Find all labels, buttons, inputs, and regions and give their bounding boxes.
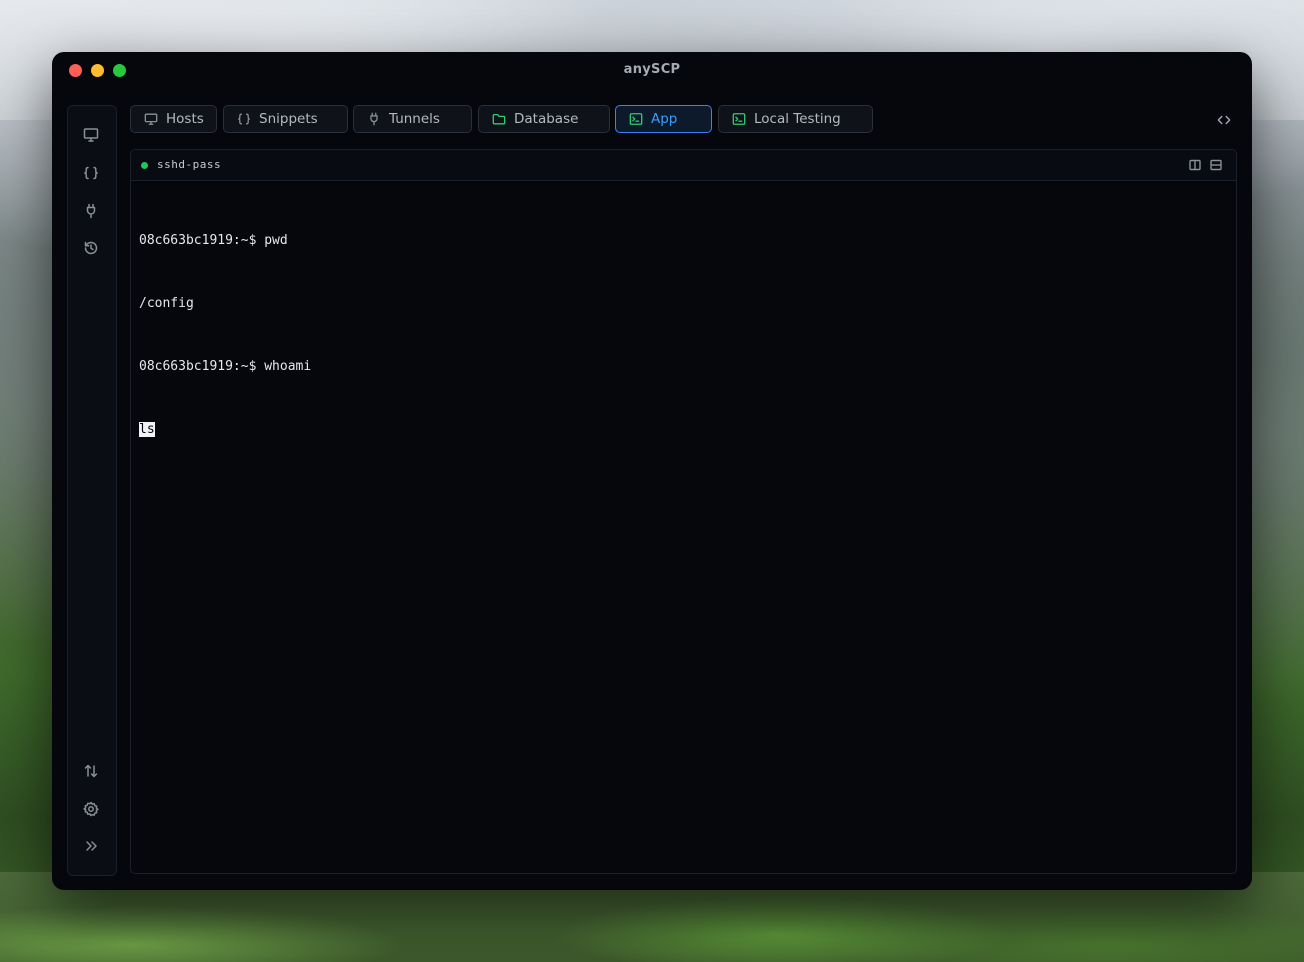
history-icon [84, 241, 98, 255]
tab-label: Hosts [166, 111, 204, 127]
folder-icon [492, 113, 506, 125]
tab-label: App [651, 111, 678, 127]
monitor-icon [144, 113, 158, 125]
code-view-toggle[interactable] [1214, 110, 1234, 130]
split-vertical-button[interactable] [1188, 158, 1202, 172]
braces-icon [84, 166, 98, 180]
tab-label: Snippets [259, 111, 318, 127]
terminal-panel[interactable]: sshd-pass 08c663bc1919:~$ pwd /config 08… [130, 149, 1237, 874]
plug-icon [370, 112, 378, 126]
tab-label: Local Testing [754, 111, 841, 127]
split-vertical-icon [1189, 159, 1201, 171]
app-window: anySCP Hosts Snippets Tunnels Database A… [52, 52, 1252, 890]
terminal-output[interactable]: 08c663bc1919:~$ pwd /config 08c663bc1919… [139, 188, 1228, 482]
terminal-line: 08c663bc1919:~$ whoami [139, 359, 312, 374]
sidebar-item-tunnels[interactable] [81, 201, 101, 221]
monitor-icon [83, 128, 99, 142]
plug-icon [86, 203, 96, 219]
tab-app[interactable]: App [615, 105, 712, 133]
chevrons-right-icon [86, 841, 97, 851]
sidebar-item-transfers[interactable] [81, 761, 101, 781]
title-bar: anySCP [52, 52, 1252, 90]
tab-database[interactable]: Database [478, 105, 610, 133]
split-horizontal-button[interactable] [1209, 158, 1223, 172]
terminal-line: 08c663bc1919:~$ pwd [139, 233, 288, 248]
sidebar [67, 105, 117, 876]
braces-icon [237, 113, 251, 125]
tab-snippets[interactable]: Snippets [223, 105, 348, 133]
terminal-current-input[interactable]: ls [139, 422, 155, 437]
terminal-icon [629, 113, 643, 125]
transfer-arrows-icon [84, 764, 98, 778]
sidebar-item-expand[interactable] [81, 836, 101, 856]
sidebar-item-settings[interactable] [81, 799, 101, 819]
tab-tunnels[interactable]: Tunnels [353, 105, 472, 133]
terminal-header: sshd-pass [131, 150, 1236, 181]
sidebar-item-hosts[interactable] [81, 125, 101, 145]
gear-icon [83, 801, 99, 817]
split-horizontal-icon [1210, 159, 1222, 171]
terminal-line: /config [139, 296, 194, 311]
session-name: sshd-pass [157, 158, 222, 171]
tab-label: Database [514, 111, 579, 127]
tab-hosts[interactable]: Hosts [130, 105, 217, 133]
tab-label: Tunnels [389, 111, 440, 127]
window-title: anySCP [623, 62, 681, 77]
terminal-icon [732, 113, 746, 125]
sidebar-item-snippets[interactable] [81, 163, 101, 183]
connection-status-dot [141, 162, 148, 169]
tab-local-testing[interactable]: Local Testing [718, 105, 873, 133]
sidebar-item-history[interactable] [81, 238, 101, 258]
terminal-input-line[interactable]: ls [139, 419, 1228, 440]
code-icon [1217, 115, 1231, 125]
